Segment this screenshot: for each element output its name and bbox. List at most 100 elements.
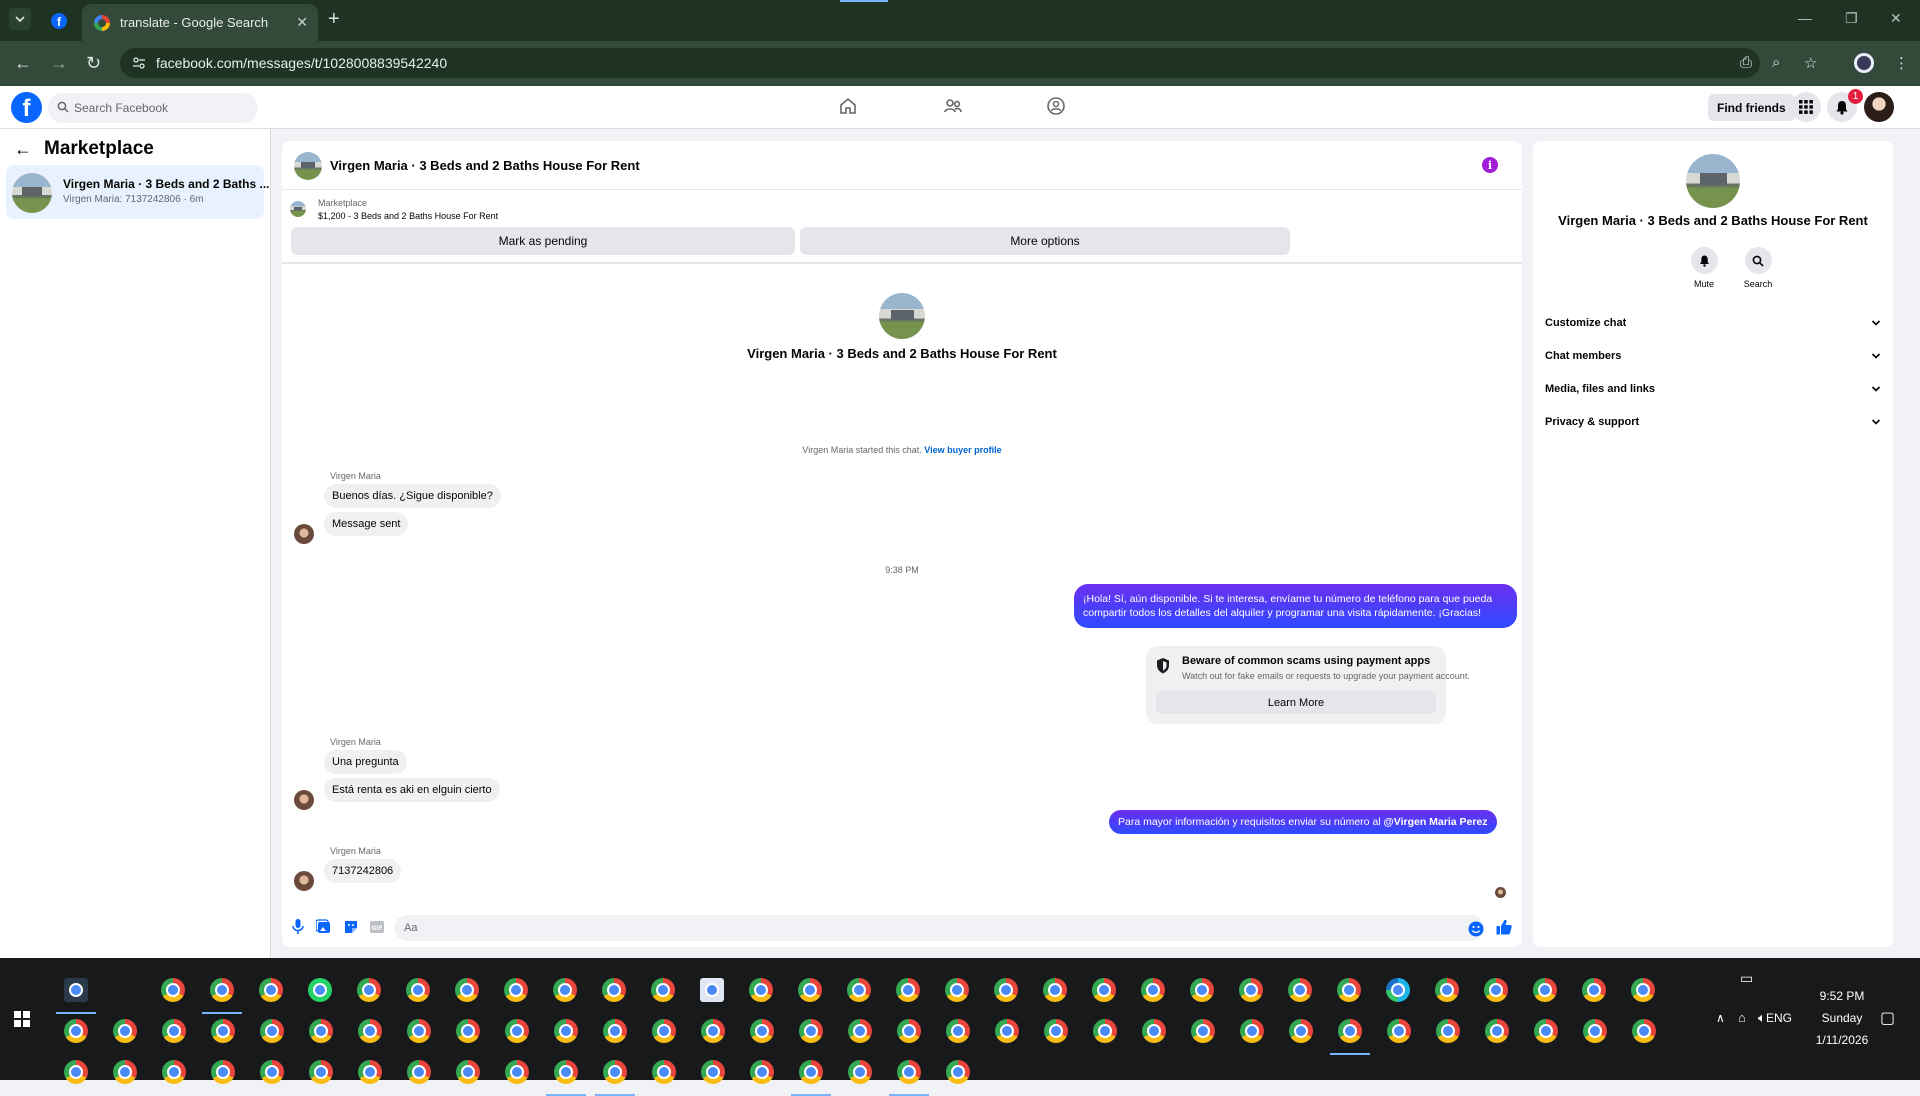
taskbar-app-icon[interactable] [358,1019,382,1043]
browser-menu-icon[interactable]: ⋮ [1894,54,1909,72]
monitor-icon[interactable]: ▭ [1740,970,1753,987]
clock-date[interactable]: 1/11/2026 [1802,1033,1882,1047]
taskbar-app-icon[interactable] [162,1019,186,1043]
back-button[interactable]: ← [14,54,32,72]
taskbar-app-icon[interactable] [259,978,283,1002]
taskbar-app-icon[interactable] [1093,1019,1117,1043]
conversation-item[interactable]: Virgen Maria · 3 Beds and 2 Baths ... Vi… [6,165,270,219]
taskbar-app-icon[interactable] [407,1019,431,1043]
taskbar-app-icon[interactable] [1484,978,1508,1002]
account-avatar[interactable] [1864,92,1894,122]
taskbar-app-icon[interactable] [799,1060,823,1084]
taskbar-app-icon[interactable] [406,978,430,1002]
view-buyer-profile-link[interactable]: View buyer profile [924,445,1001,455]
taskbar-app-icon[interactable] [211,1019,235,1043]
taskbar-app-icon[interactable] [1632,1019,1656,1043]
message-bubble-incoming[interactable]: Una pregunta [324,750,407,774]
message-bubble-incoming[interactable]: Buenos días. ¿Sigue disponible? [324,484,501,508]
taskbar-app-icon[interactable] [309,1060,333,1084]
taskbar-app-icon[interactable] [1239,978,1263,1002]
taskbar-app-icon[interactable] [897,1060,921,1084]
taskbar-app-icon[interactable] [553,978,577,1002]
taskbar-app-icon[interactable] [750,1019,774,1043]
taskbar-app-icon[interactable] [995,1019,1019,1043]
message-bubble-incoming[interactable]: 7137242806 [324,859,402,883]
taskbar-app-icon[interactable] [1141,978,1165,1002]
gif-icon[interactable]: GIF [369,919,385,935]
taskbar-app-icon[interactable] [505,1060,529,1084]
taskbar-app-icon[interactable] [1289,1019,1313,1043]
taskbar-app-icon[interactable] [1191,1019,1215,1043]
taskbar-app-icon[interactable] [1387,1019,1411,1043]
taskbar-app-icon[interactable] [1533,978,1557,1002]
zoom-icon[interactable]: ⌕ [1772,54,1780,71]
tab-google-search[interactable]: translate - Google Search ✕ [82,4,318,41]
taskbar-app-icon[interactable] [456,1019,480,1043]
info-icon[interactable]: i [1482,157,1498,173]
section-chat-members[interactable]: Chat members [1545,344,1881,368]
section-privacy-support[interactable]: Privacy & support [1545,410,1881,434]
photo-icon[interactable] [316,919,332,935]
taskbar-app-icon[interactable] [652,1060,676,1084]
groups-nav-button[interactable] [1046,96,1066,116]
taskbar-app-icon[interactable] [1240,1019,1264,1043]
taskbar-app-icon[interactable] [113,1019,137,1043]
taskbar-app-icon[interactable] [211,1060,235,1084]
taskbar-app-icon[interactable] [358,1060,382,1084]
taskbar-app-icon[interactable] [847,978,871,1002]
notification-center-icon[interactable]: ▢ [1880,1008,1895,1028]
new-tab-button[interactable]: + [328,9,340,29]
home-nav-button[interactable] [838,96,858,116]
taskbar-app-icon[interactable] [750,1060,774,1084]
section-media-files-links[interactable]: Media, files and links [1545,377,1881,401]
taskbar-app-icon[interactable] [1534,1019,1558,1043]
taskbar-app-icon[interactable] [1092,978,1116,1002]
menu-button[interactable] [1791,92,1821,122]
taskbar-app-icon[interactable] [309,1019,333,1043]
close-tab-icon[interactable]: ✕ [296,14,308,31]
taskbar-app-icon[interactable] [554,1060,578,1084]
taskbar-app-icon[interactable] [1190,978,1214,1002]
reload-button[interactable]: ↻ [86,54,101,72]
taskbar-app-icon[interactable] [260,1019,284,1043]
sender-avatar[interactable] [294,790,314,810]
emoji-icon[interactable] [1468,921,1484,937]
taskbar-app-icon[interactable] [1288,978,1312,1002]
microphone-icon[interactable] [292,919,304,935]
more-options-button[interactable]: More options [800,227,1290,255]
taskbar-app-icon[interactable] [897,1019,921,1043]
url-field[interactable]: facebook.com/messages/t/1028008839542240 [120,48,1760,78]
sender-avatar[interactable] [294,524,314,544]
section-customize-chat[interactable]: Customize chat [1545,311,1881,335]
taskbar-app-icon[interactable] [603,1060,627,1084]
taskbar-app-icon[interactable] [64,1060,88,1084]
taskbar-app-icon[interactable] [798,978,822,1002]
network-icon[interactable]: ⌂ [1738,1010,1746,1025]
clock-time[interactable]: 9:52 PM [1807,989,1877,1003]
chat-header-thumbnail[interactable] [294,152,322,180]
taskbar-app-icon[interactable] [602,978,626,1002]
tab-search-button[interactable] [9,8,31,30]
bookmark-star-icon[interactable]: ☆ [1804,54,1817,72]
taskbar-app-icon[interactable] [749,978,773,1002]
restore-button[interactable]: ❐ [1845,10,1858,27]
taskbar-app-icon[interactable] [455,978,479,1002]
volume-icon[interactable]: 🔈︎ [1758,1010,1766,1026]
mark-as-pending-button[interactable]: Mark as pending [291,227,795,255]
learn-more-button[interactable]: Learn More [1156,691,1436,714]
taskbar-app-icon[interactable] [701,1019,725,1043]
taskbar-app-icon[interactable] [504,978,528,1002]
taskbar-app-icon[interactable] [994,978,1018,1002]
details-thumbnail[interactable] [1686,154,1740,208]
mute-button[interactable]: Mute [1684,247,1724,289]
page-scrollbar[interactable] [1910,129,1920,959]
message-input[interactable]: Aa [394,915,1484,941]
listing-bar[interactable]: Marketplace $1,200 - 3 Beds and 2 Baths … [282,191,1522,231]
message-bubble-incoming[interactable]: Message sent [324,512,409,536]
taskbar-app-icon[interactable] [652,1019,676,1043]
document-app-icon[interactable] [700,978,724,1002]
taskbar-app-icon[interactable] [603,1019,627,1043]
taskbar-app-icon[interactable] [260,1060,284,1084]
back-arrow-icon[interactable]: ← [14,139,32,160]
taskbar-app-icon[interactable] [896,978,920,1002]
